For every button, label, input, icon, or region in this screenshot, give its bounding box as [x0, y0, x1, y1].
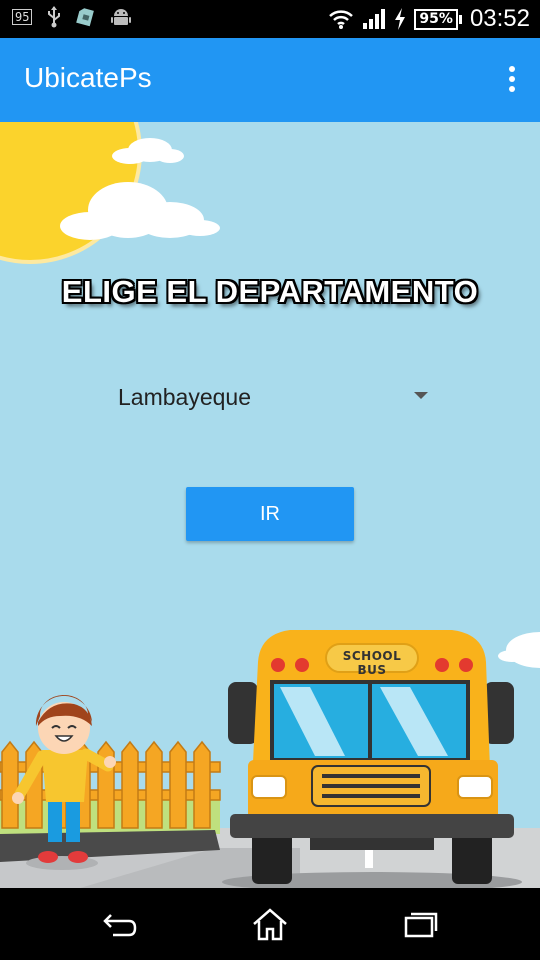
notification-badge: 95 — [12, 9, 33, 25]
status-bar: 95 95% 03:52 — [0, 0, 540, 38]
battery-level: 95% — [414, 8, 458, 30]
usb-icon — [48, 6, 61, 28]
page-heading: ELIGE EL DEPARTAMENTO — [61, 274, 479, 309]
charging-icon — [395, 8, 406, 30]
signal-icon — [363, 9, 386, 29]
department-select[interactable]: Lambayeque — [108, 372, 438, 422]
overflow-menu-icon[interactable] — [506, 66, 518, 96]
battery-icon: 95% — [414, 8, 462, 30]
app-bar: UbicatePs — [0, 38, 540, 122]
department-select-value: Lambayeque — [118, 384, 251, 410]
back-icon[interactable] — [96, 904, 146, 944]
dropdown-arrow-icon — [414, 392, 428, 399]
app-title: UbicatePs — [24, 62, 152, 93]
wifi-icon — [329, 10, 354, 29]
main-content: SCHOOL BUS ELIGE EL DEPARTAMENTO Lambaye… — [0, 122, 540, 888]
go-button[interactable]: IR — [186, 487, 354, 541]
recents-icon[interactable] — [395, 904, 445, 944]
clock: 03:52 — [469, 5, 530, 32]
bus-sign-text: SCHOOL BUS — [342, 649, 402, 677]
home-icon[interactable] — [245, 904, 295, 944]
sim-card-icon — [76, 8, 95, 27]
cloud-icon — [498, 632, 540, 668]
android-icon — [111, 9, 132, 25]
navigation-bar — [0, 888, 540, 960]
